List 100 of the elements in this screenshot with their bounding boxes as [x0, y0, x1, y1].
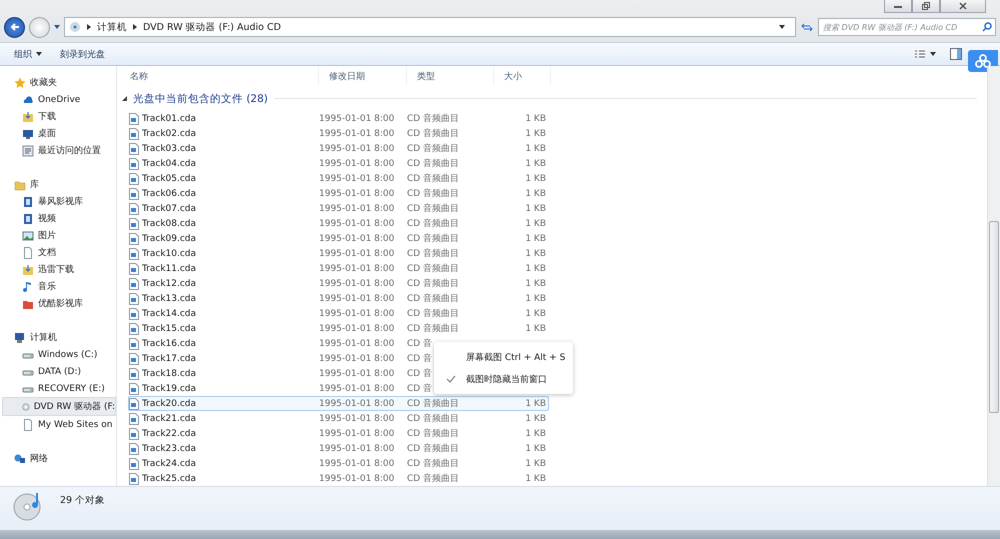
file-type: CD 音频曲目	[407, 474, 460, 484]
file-type: CD 音频曲目	[407, 279, 460, 289]
address-bar[interactable]: 计算机 DVD RW 驱动器 (F:) Audio CD	[64, 17, 796, 37]
file-name: Track20.cda	[142, 398, 196, 408]
collapse-triangle-icon[interactable]	[122, 96, 127, 101]
sidebar-group[interactable]: 收藏夹	[0, 74, 116, 91]
back-button[interactable]	[4, 16, 25, 38]
view-options-icon[interactable]	[914, 49, 936, 59]
file-row[interactable]: Track03.cda 1995-01-01 8:00 CD 音频曲目 1 KB	[128, 141, 549, 156]
scroll-thumb[interactable]	[989, 221, 999, 413]
file-row[interactable]: Track10.cda 1995-01-01 8:00 CD 音频曲目 1 KB	[128, 246, 549, 261]
file-row[interactable]: Track07.cda 1995-01-01 8:00 CD 音频曲目 1 KB	[128, 201, 549, 216]
sidebar-item[interactable]: 图片	[0, 227, 116, 244]
history-dropdown-icon[interactable]	[54, 25, 60, 29]
check-icon	[446, 375, 456, 383]
file-row[interactable]: Track06.cda 1995-01-01 8:00 CD 音频曲目 1 KB	[128, 186, 549, 201]
date-cell-text: 1995-01-01 8:00	[319, 444, 396, 454]
file-name: Track08.cda	[142, 218, 196, 228]
file-row[interactable]: Track24.cda 1995-01-01 8:00 CD 音频曲目 1 KB	[128, 456, 549, 471]
file-row[interactable]: Track05.cda 1995-01-01 8:00 CD 音频曲目 1 KB	[128, 171, 549, 186]
breadcrumb-segment[interactable]: DVD RW 驱动器 (F:) Audio CD	[143, 20, 281, 34]
monitor-icon	[22, 128, 34, 140]
sidebar-group[interactable]: 网络	[0, 450, 116, 467]
minimize-icon	[894, 4, 902, 8]
menu-item[interactable]: 截图时隐藏当前窗口	[434, 368, 573, 390]
file-row[interactable]: Track15.cda 1995-01-01 8:00 CD 音频曲目 1 KB	[128, 321, 549, 336]
file-row[interactable]: Track13.cda 1995-01-01 8:00 CD 音频曲目 1 KB	[128, 291, 549, 306]
file-row[interactable]: Track23.cda 1995-01-01 8:00 CD 音频曲目 1 KB	[128, 441, 549, 456]
date-cell-text: 1995-01-01 8:00	[319, 308, 396, 318]
file-row[interactable]: Track09.cda 1995-01-01 8:00 CD 音频曲目 1 KB	[128, 231, 549, 246]
file-name: Track19.cda	[142, 384, 196, 394]
file-row[interactable]: Track22.cda 1995-01-01 8:00 CD 音频曲目 1 KB	[128, 426, 549, 441]
file-type: CD 音频曲目	[407, 234, 460, 244]
sidebar-item[interactable]: 文档	[0, 244, 116, 261]
file-row[interactable]: Track02.cda 1995-01-01 8:00 CD 音频曲目 1 KB	[128, 126, 549, 141]
file-name: Track14.cda	[142, 308, 196, 318]
restore-button[interactable]	[912, 0, 940, 13]
file-name: Track05.cda	[142, 174, 196, 184]
dropdown-icon[interactable]	[779, 25, 785, 29]
sidebar-item[interactable]: 下载	[0, 108, 116, 125]
date-cell-text: 1995-01-01 8:00	[319, 188, 396, 198]
file-row[interactable]: Track20.cda 1995-01-01 8:00 CD 音频曲目 1 KB	[128, 396, 549, 411]
minimize-button[interactable]	[884, 0, 912, 13]
sidebar-item[interactable]: 迅雷下载	[0, 261, 116, 278]
column-header[interactable]: 类型	[407, 66, 494, 86]
file-row[interactable]: Track25.cda 1995-01-01 8:00 CD 音频曲目 1 KB	[128, 471, 549, 486]
sidebar-item[interactable]: 优酷影视库	[0, 295, 116, 312]
file-name: Track02.cda	[142, 128, 196, 138]
column-header[interactable]: 修改日期	[319, 66, 407, 86]
search-field[interactable]: 搜索 DVD RW 驱动器 (F:) Audio CD	[818, 18, 996, 36]
size-cell-text: 1 KB	[524, 474, 546, 484]
sidebar-item[interactable]: DATA (D:)	[0, 363, 116, 380]
file-name: Track17.cda	[142, 354, 196, 364]
sidebar-item[interactable]: Windows (C:)	[0, 346, 116, 363]
close-button[interactable]	[940, 0, 986, 13]
preview-pane-icon[interactable]	[950, 48, 962, 60]
sidebar-item[interactable]: RECOVERY (E:)	[0, 380, 116, 397]
date-cell-text: 1995-01-01 8:00	[319, 458, 396, 468]
sidebar-item[interactable]: 最近访问的位置	[0, 142, 116, 159]
size-cell-text: 1 KB	[524, 324, 546, 334]
sidebar-item[interactable]: 桌面	[0, 125, 116, 142]
file-row[interactable]: Track08.cda 1995-01-01 8:00 CD 音频曲目 1 KB	[128, 216, 549, 231]
file-type: CD 音频曲目	[407, 294, 460, 304]
date-cell-text: 1995-01-01 8:00	[319, 264, 396, 274]
download-folder-icon	[22, 264, 34, 276]
size-cell-text: 1 KB	[524, 144, 546, 154]
file-row[interactable]: Track14.cda 1995-01-01 8:00 CD 音频曲目 1 KB	[128, 306, 549, 321]
toolbar-button[interactable]: 刻录到光盘	[54, 46, 111, 62]
file-type: CD 音频曲目	[407, 249, 460, 259]
back-arrow-icon	[10, 22, 20, 32]
file-row[interactable]: Track12.cda 1995-01-01 8:00 CD 音频曲目 1 KB	[128, 276, 549, 291]
audio-file-icon	[129, 382, 139, 394]
disc-icon	[69, 21, 81, 33]
file-row[interactable]: Track04.cda 1995-01-01 8:00 CD 音频曲目 1 KB	[128, 156, 549, 171]
sidebar-item[interactable]: 音乐	[0, 278, 116, 295]
sidebar-group[interactable]: 库	[0, 176, 116, 193]
chevron-icon[interactable]	[133, 24, 137, 30]
column-header[interactable]: 大小	[494, 66, 551, 86]
breadcrumb-segment[interactable]: 计算机	[97, 20, 127, 34]
document-icon	[22, 418, 34, 430]
file-row[interactable]: Track21.cda 1995-01-01 8:00 CD 音频曲目 1 KB	[128, 411, 549, 426]
search-icon[interactable]	[982, 22, 992, 32]
sidebar-item[interactable]: OneDrive	[0, 91, 116, 108]
sidebar-item[interactable]: 视频	[0, 210, 116, 227]
file-row[interactable]: Track01.cda 1995-01-01 8:00 CD 音频曲目 1 KB	[128, 111, 549, 126]
refresh-icon[interactable]	[800, 21, 814, 33]
scrollbar[interactable]	[987, 66, 1000, 486]
file-name: Track25.cda	[142, 474, 196, 484]
toolbar-button[interactable]: 组织	[8, 46, 48, 62]
file-row[interactable]: Track11.cda 1995-01-01 8:00 CD 音频曲目 1 KB	[128, 261, 549, 276]
chevron-icon[interactable]	[87, 24, 91, 30]
sidebar-group[interactable]: 计算机	[0, 329, 116, 346]
column-header[interactable]: 名称	[120, 66, 319, 86]
file-type: CD 音频曲目	[407, 414, 460, 424]
sidebar-item[interactable]: DVD RW 驱动器 (F:	[2, 397, 116, 416]
sidebar-item[interactable]: My Web Sites on	[0, 416, 116, 433]
size-cell-text: 1 KB	[524, 248, 546, 258]
file-type: CD 音频曲目	[407, 444, 460, 454]
sidebar-item[interactable]: 暴风影视库	[0, 193, 116, 210]
group-header[interactable]: 光盘中当前包含的文件 (28)	[133, 92, 268, 106]
